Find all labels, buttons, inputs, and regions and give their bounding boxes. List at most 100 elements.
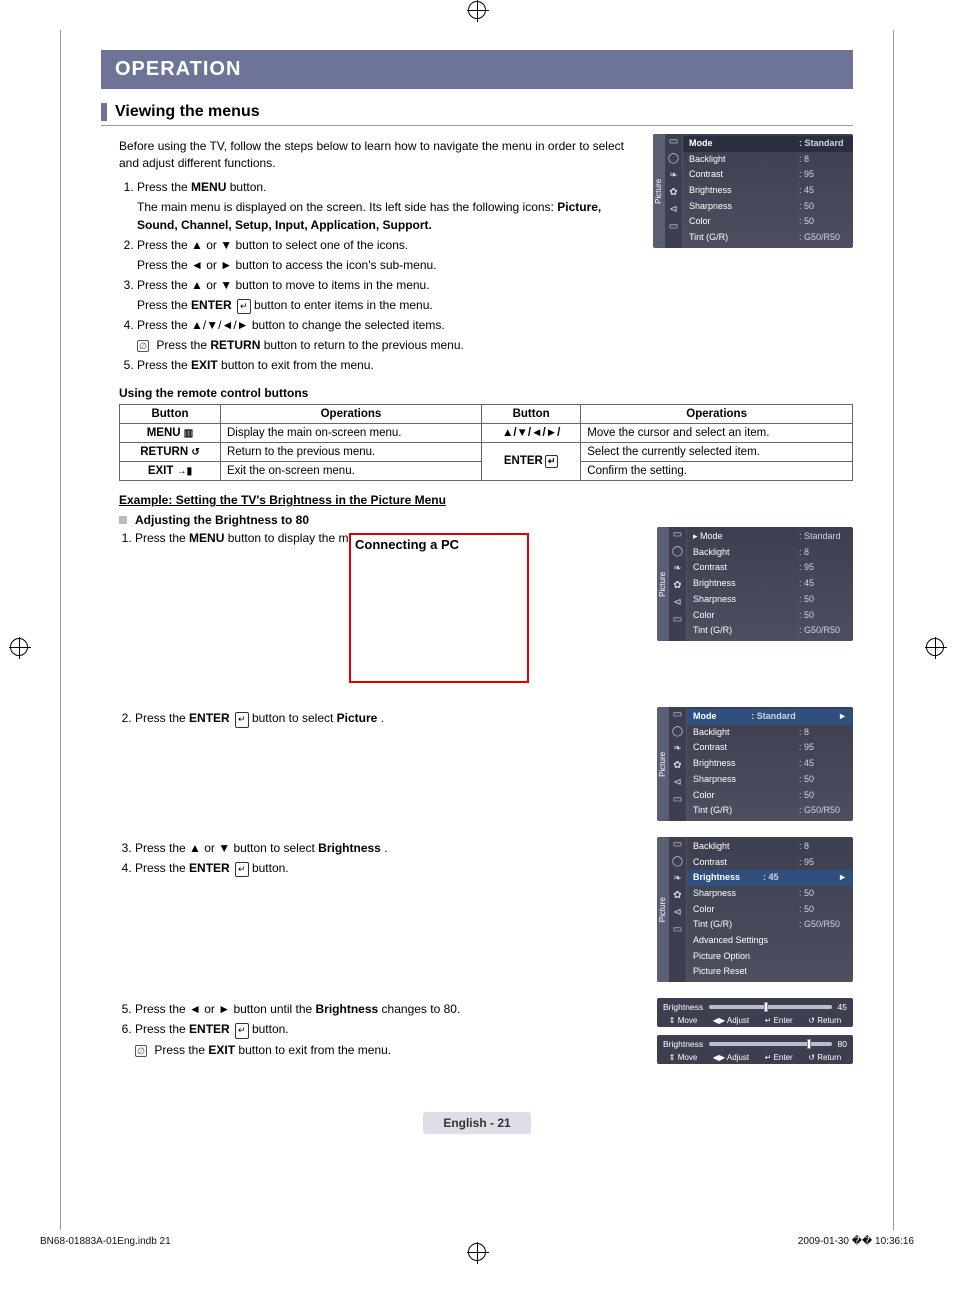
- remote-heading: Using the remote control buttons: [119, 386, 853, 400]
- plug-icon: ⊲: [669, 204, 677, 215]
- cell-exit-btn: EXIT →▮: [120, 462, 221, 481]
- osd-row: Contrast: 95: [687, 560, 853, 576]
- osd-row: Color: 50: [687, 788, 853, 804]
- slider-label: Brightness: [663, 1039, 703, 1049]
- cell-menu-btn: MENU ▥: [120, 424, 221, 443]
- heading-bar-icon: [101, 103, 107, 121]
- ex-step-5: Press the ◄ or ► button until the Bright…: [135, 1000, 647, 1018]
- bullet-square-icon: [119, 516, 127, 524]
- osd-row: Tint (G/R): G50/R50: [683, 230, 853, 246]
- cell-arrows-op: Move the cursor and select an item.: [581, 424, 853, 443]
- cell-confirm-op: Confirm the setting.: [581, 462, 853, 481]
- cell-menu-op: Display the main on-screen menu.: [220, 424, 481, 443]
- cell-enter-btn: ENTER↵: [481, 443, 580, 481]
- nav-move: ⇕ Move: [669, 1016, 698, 1025]
- nav-return: ↺ Return: [808, 1053, 841, 1062]
- nav-enter: ↵ Enter: [765, 1053, 793, 1062]
- slider-thumb-icon[interactable]: [807, 1039, 811, 1049]
- slider-track[interactable]: [709, 1042, 831, 1046]
- cell-exit-op: Exit the on-screen menu.: [220, 462, 481, 481]
- overlay-callout-box: Connecting a PC: [349, 533, 529, 683]
- osd-row: Backlight: 8: [687, 839, 853, 855]
- ex-step-2: Press the ENTER ↵ button to select Pictu…: [135, 709, 647, 728]
- plug-icon: ⊲: [673, 597, 681, 608]
- osd-row: Backlight: 8: [687, 545, 853, 561]
- nav-move: ⇕ Move: [669, 1053, 698, 1062]
- osd-row: Picture Reset: [687, 964, 853, 980]
- th-ops-1: Operations: [220, 405, 481, 424]
- ex-step-6: Press the ENTER ↵ button. ∅ Press the EX…: [135, 1020, 647, 1059]
- card-icon: ▭: [669, 221, 678, 232]
- section-heading-row: Viewing the menus: [101, 103, 853, 126]
- page-frame: OPERATION Viewing the menus Before using…: [60, 30, 894, 1230]
- osd-row: Brightness: 45: [683, 183, 853, 199]
- osd-panel-step3: Picture ▭◯❧✿⊲▭ Backlight: 8Contrast: 95B…: [657, 837, 853, 982]
- osd-row: Color: 50: [683, 214, 853, 230]
- th-button-1: Button: [120, 405, 221, 424]
- registration-mark-right-icon: [926, 638, 944, 656]
- osd-row: ▸ Mode: Standard: [687, 529, 853, 545]
- osd-row: Tint (G/R): G50/R50: [687, 623, 853, 639]
- registration-mark-top-icon: [468, 1, 486, 19]
- osd-icon-column: ▭ ◯ ❧ ✿ ⊲ ▭: [665, 134, 683, 248]
- slider-value: 80: [838, 1039, 847, 1049]
- note-icon: ∅: [137, 340, 149, 352]
- step-5: Press the EXIT button to exit from the m…: [137, 356, 643, 374]
- osd-row: Advanced Settings: [687, 933, 853, 949]
- osd-row: Color: 50: [687, 608, 853, 624]
- page-footer: English - 21: [101, 1112, 853, 1134]
- osd-row: Tint (G/R): G50/R50: [687, 917, 853, 933]
- osd-row: Sharpness: 50: [687, 886, 853, 902]
- osd-tab-label: Picture: [653, 134, 665, 248]
- example-title: Example: Setting the TV's Brightness in …: [119, 493, 853, 507]
- chevron-right-icon: ►: [838, 711, 847, 723]
- page-number-badge: English - 21: [423, 1112, 530, 1134]
- slider-track[interactable]: [709, 1005, 831, 1009]
- osd-panel-step1: Picture ▭◯❧ ✿⊲▭ ▸ Mode: StandardBackligh…: [657, 527, 853, 641]
- osd-row: Backlight: 8: [687, 725, 853, 741]
- enter-icon: ↵: [235, 862, 249, 878]
- enter-icon: ↵: [235, 712, 249, 728]
- th-ops-2: Operations: [581, 405, 853, 424]
- return-arrow-icon: ↺: [191, 447, 199, 458]
- ex-step-4: Press the ENTER ↵ button.: [135, 859, 647, 878]
- step-2: Press the ▲ or ▼ button to select one of…: [137, 236, 643, 274]
- nav-adjust: ◀▶ Adjust: [713, 1053, 749, 1062]
- slider-osd-80: Brightness 80 ⇕ Move ◀▶ Adjust ↵ Enter ↺…: [657, 1035, 853, 1064]
- osd-row: Color: 50: [687, 902, 853, 918]
- osd-row: Contrast: 95: [683, 167, 853, 183]
- print-file: BN68-01883A-01Eng.indb 21: [40, 1236, 171, 1247]
- registration-mark-bottom-icon: [468, 1243, 486, 1261]
- exit-arrow-icon: →▮: [177, 466, 193, 477]
- osd-row: Brightness: 45: [687, 576, 853, 592]
- osd-row: Backlight: 8: [683, 152, 853, 168]
- enter-icon: ↵: [545, 455, 559, 468]
- nav-enter: ↵ Enter: [765, 1016, 793, 1025]
- osd-row: Tint (G/R): G50/R50: [687, 803, 853, 819]
- ring-icon: ◯: [668, 153, 679, 164]
- overlay-callout-title: Connecting a PC: [351, 535, 527, 554]
- step-1: Press the MENU button. The main menu is …: [137, 178, 643, 234]
- osd-row: Brightness: 45: [687, 756, 853, 772]
- example-subheading: Adjusting the Brightness to 80: [135, 513, 309, 527]
- cell-arrows-btn: ▲/▼/◄/►/: [481, 424, 580, 443]
- section-heading: Viewing the menus: [115, 103, 260, 121]
- osd-row: Picture Option: [687, 949, 853, 965]
- osd-row: Mode: Standard: [683, 136, 853, 152]
- osd-row: Brightness: 45►: [687, 870, 853, 886]
- card-icon: ▭: [673, 614, 682, 625]
- steps-list: Press the MENU button. The main menu is …: [137, 178, 643, 375]
- slider-thumb-icon[interactable]: [764, 1002, 768, 1012]
- drop-icon: ❧: [669, 170, 677, 181]
- menu-grid-icon: ▥: [184, 428, 193, 439]
- gear-icon: ✿: [669, 187, 677, 198]
- osd-row: Sharpness: 50: [683, 199, 853, 215]
- osd-row: Contrast: 95: [687, 740, 853, 756]
- osd-row: Sharpness: 50: [687, 592, 853, 608]
- ring-icon: ◯: [672, 546, 683, 557]
- enter-icon: ↵: [237, 299, 251, 315]
- osd-row: Sharpness: 50: [687, 772, 853, 788]
- drop-icon: ❧: [673, 563, 681, 574]
- page-title: OPERATION: [101, 50, 853, 89]
- chevron-right-icon: ►: [838, 872, 847, 884]
